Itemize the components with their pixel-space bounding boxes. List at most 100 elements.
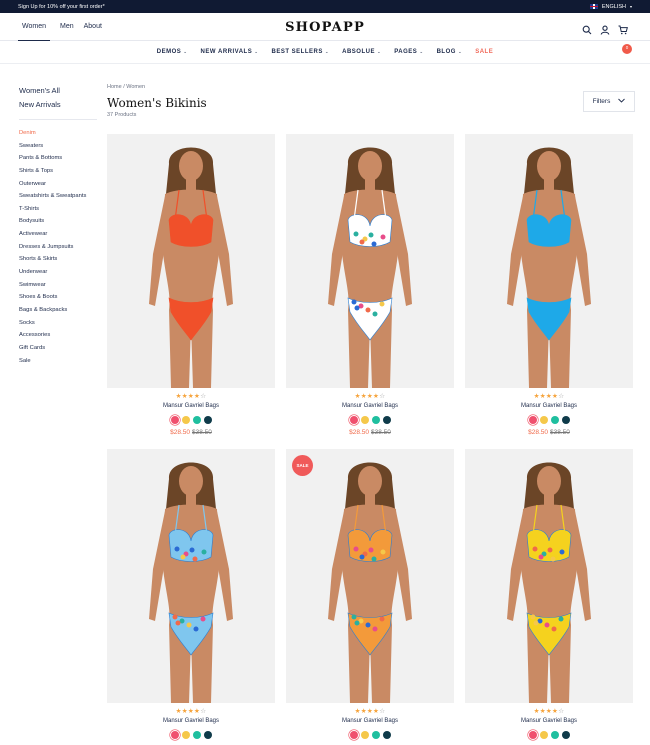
color-swatch[interactable] bbox=[550, 731, 559, 739]
sidebar-item-dresses-jumpsuits[interactable]: Dresses & Jumpsuits bbox=[19, 241, 97, 254]
sidebar-item-gift-cards[interactable]: Gift Cards bbox=[19, 342, 97, 355]
color-swatch[interactable] bbox=[192, 416, 201, 424]
sidebar-item-accessories[interactable]: Accessories bbox=[19, 329, 97, 342]
nav-label: BLOG bbox=[436, 49, 456, 55]
product-card[interactable]: ★★★★☆ Mansur Gavriel Bags $28.50 $38.50 bbox=[286, 134, 454, 438]
color-swatch[interactable] bbox=[360, 416, 369, 424]
chevron-down-icon: ⌄ bbox=[324, 49, 330, 54]
color-swatches bbox=[286, 416, 454, 424]
sidebar-item-denim[interactable]: Denim bbox=[19, 127, 97, 140]
product-image[interactable]: SALE bbox=[286, 449, 454, 703]
sidebar-item-new-arrivals[interactable]: New Arrivals bbox=[19, 98, 97, 112]
sidebar-item-bodysuits[interactable]: Bodysuits bbox=[19, 215, 97, 228]
product-name[interactable]: Mansur Gavriel Bags bbox=[465, 718, 633, 726]
product-image[interactable] bbox=[107, 134, 275, 388]
nav-demos[interactable]: DEMOS ⌄ bbox=[157, 42, 188, 63]
product-card[interactable]: ★★★★☆ Mansur Gavriel Bags $28.50 $38.50 bbox=[107, 134, 275, 438]
page-title: Women's Bikinis bbox=[107, 96, 207, 110]
sidebar-item-sale[interactable]: Sale bbox=[19, 355, 97, 368]
sidebar-item-shoes-boots[interactable]: Shoes & Boots bbox=[19, 291, 97, 304]
sidebar-item-bags-backpacks[interactable]: Bags & Backpacks bbox=[19, 304, 97, 317]
sidebar-item-shirts-tops[interactable]: Shirts & Tops bbox=[19, 165, 97, 178]
product-name[interactable]: Mansur Gavriel Bags bbox=[286, 403, 454, 411]
chevron-down-icon: ⌄ bbox=[376, 49, 382, 54]
sidebar-item-socks[interactable]: Socks bbox=[19, 317, 97, 330]
sidebar-item-sweaters[interactable]: Sweaters bbox=[19, 140, 97, 153]
rating-stars: ★★★★☆ bbox=[354, 708, 386, 715]
nav-new-arrivals[interactable]: NEW ARRIVALS ⌄ bbox=[201, 42, 259, 63]
color-swatch[interactable] bbox=[528, 416, 537, 424]
breadcrumb[interactable]: Home / Women bbox=[107, 84, 145, 90]
original-price: $38.50 bbox=[371, 429, 391, 436]
sidebar-item-swimwear[interactable]: Swimwear bbox=[19, 279, 97, 292]
color-swatch[interactable] bbox=[371, 416, 380, 424]
color-swatches bbox=[465, 416, 633, 424]
filters-button[interactable]: Filters bbox=[583, 91, 635, 112]
category-list: Denim Sweaters Pants & Bottoms Shirts & Top… bbox=[19, 127, 97, 367]
product-image[interactable] bbox=[107, 449, 275, 703]
sidebar-item-pants-bottoms[interactable]: Pants & Bottoms bbox=[19, 152, 97, 165]
product-card[interactable]: SALE ★★★★☆ Mansur Gavriel Bags bbox=[286, 449, 454, 739]
sidebar-item-shorts-skirts[interactable]: Shorts & Skirts bbox=[19, 253, 97, 266]
product-name[interactable]: Mansur Gavriel Bags bbox=[465, 403, 633, 411]
product-card[interactable]: ★★★★☆ Mansur Gavriel Bags bbox=[107, 449, 275, 739]
color-swatch[interactable] bbox=[528, 731, 537, 739]
sidebar-item-outerwear[interactable]: Outerwear bbox=[19, 178, 97, 191]
color-swatch[interactable] bbox=[539, 416, 548, 424]
nav-best-sellers[interactable]: BEST SELLERS ⌄ bbox=[272, 42, 330, 63]
sidebar-item-sweatshirts-sweatpants[interactable]: Sweatshirts & Sweatpants bbox=[19, 190, 97, 203]
color-swatch[interactable] bbox=[203, 416, 212, 424]
promo-text[interactable]: Sign Up for 10% off your first order* bbox=[18, 4, 105, 10]
product-name[interactable]: Mansur Gavriel Bags bbox=[107, 718, 275, 726]
color-swatch[interactable] bbox=[349, 416, 358, 424]
product-name[interactable]: Mansur Gavriel Bags bbox=[107, 403, 275, 411]
color-swatch[interactable] bbox=[561, 416, 570, 424]
cart-icon[interactable]: 0 bbox=[618, 22, 632, 54]
rating-stars: ★★★★☆ bbox=[175, 708, 207, 715]
color-swatch[interactable] bbox=[561, 731, 570, 739]
nav-blog[interactable]: BLOG ⌄ bbox=[437, 42, 463, 63]
sidebar-item-t-shirts[interactable]: T-Shirts bbox=[19, 203, 97, 216]
color-swatch[interactable] bbox=[382, 416, 391, 424]
color-swatch[interactable] bbox=[382, 731, 391, 739]
account-icon[interactable] bbox=[600, 22, 610, 35]
filters-label: Filters bbox=[592, 98, 611, 105]
product-price: $28.50 $38.50 bbox=[286, 429, 454, 438]
color-swatch[interactable] bbox=[349, 731, 358, 739]
language-selector[interactable]: ENGLISH ▾ bbox=[589, 4, 632, 10]
nav-label: PAGES bbox=[394, 49, 418, 55]
nav-sale[interactable]: SALE bbox=[475, 42, 493, 63]
chevron-down-icon: ▾ bbox=[629, 4, 632, 9]
sale-price: $28.50 bbox=[170, 429, 190, 436]
product-card[interactable]: ★★★★☆ Mansur Gavriel Bags bbox=[465, 449, 633, 739]
chevron-down-icon: ⌄ bbox=[419, 49, 424, 54]
color-swatch[interactable] bbox=[203, 731, 212, 739]
color-swatch[interactable] bbox=[360, 731, 369, 739]
sidebar-item-activewear[interactable]: Activewear bbox=[19, 228, 97, 241]
nav-absolue[interactable]: ABSOLUE ⌄ bbox=[342, 42, 381, 63]
chevron-down-icon bbox=[618, 98, 626, 105]
color-swatch[interactable] bbox=[170, 416, 179, 424]
sidebar-item-underwear[interactable]: Underwear bbox=[19, 266, 97, 279]
model-photo bbox=[328, 147, 412, 388]
product-image[interactable] bbox=[465, 134, 633, 388]
promo-bar: Sign Up for 10% off your first order* EN… bbox=[0, 0, 650, 13]
color-swatch[interactable] bbox=[550, 416, 559, 424]
color-swatch[interactable] bbox=[192, 731, 201, 739]
nav-label: BEST SELLERS bbox=[271, 49, 323, 55]
color-swatch[interactable] bbox=[181, 416, 190, 424]
color-swatch[interactable] bbox=[539, 731, 548, 739]
search-icon[interactable] bbox=[582, 22, 592, 35]
color-swatch[interactable] bbox=[181, 731, 190, 739]
product-image[interactable] bbox=[465, 449, 633, 703]
chevron-down-icon: ⌄ bbox=[183, 49, 188, 54]
rating-stars: ★★★★☆ bbox=[354, 393, 386, 400]
nav-pages[interactable]: PAGES ⌄ bbox=[394, 42, 423, 63]
sidebar-item-womens-all[interactable]: Women's All bbox=[19, 84, 97, 98]
site-logo[interactable]: SHOPAPP bbox=[0, 20, 650, 35]
product-name[interactable]: Mansur Gavriel Bags bbox=[286, 718, 454, 726]
product-image[interactable] bbox=[286, 134, 454, 388]
color-swatch[interactable] bbox=[170, 731, 179, 739]
color-swatch[interactable] bbox=[371, 731, 380, 739]
product-card[interactable]: ★★★★☆ Mansur Gavriel Bags $28.50 $38.50 bbox=[465, 134, 633, 438]
